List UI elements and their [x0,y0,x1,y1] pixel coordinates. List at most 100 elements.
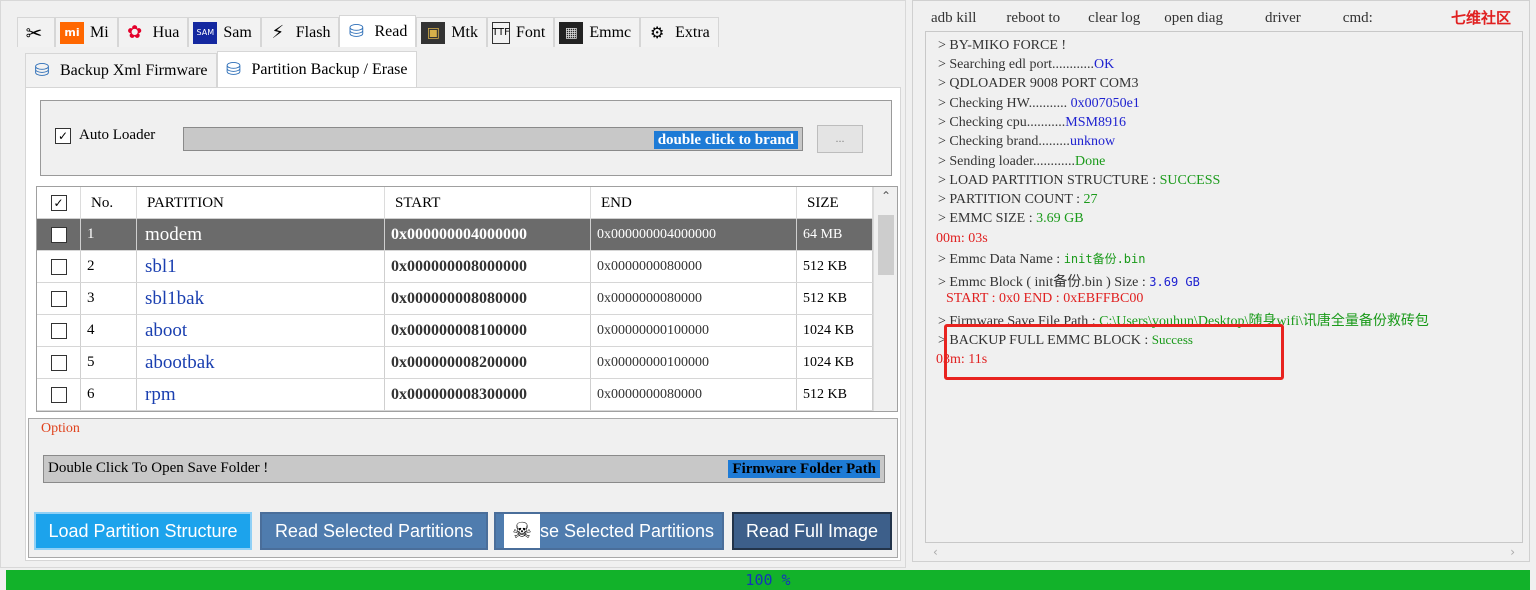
menu-adb-kill[interactable]: adb kill [931,10,976,27]
tab-flash[interactable]: ⚡ Flash [260,17,340,47]
col-partition[interactable]: PARTITION [137,187,385,219]
cell-start: 0x000000008200000 [385,347,591,378]
log-line: > Searching edl port............OK [938,57,1115,72]
checkbox-icon [50,226,67,243]
tab-partition-backup-erase[interactable]: ⛁ Partition Backup / Erase [216,51,417,87]
cell-start: 0x000000008100000 [385,315,591,346]
skull-icon: ☠ [503,514,540,548]
tab-read-label: Read [374,22,408,40]
cell-partition: sbl1bak [137,283,385,314]
table-header: ✓ No. PARTITION START END SIZE [37,187,873,219]
browse-loader-button[interactable]: ... [817,125,863,153]
save-folder-field[interactable]: Double Click To Open Save Folder ! Firmw… [43,455,885,483]
cell-end: 0x0000000080000 [591,251,797,282]
partition-table: ✓ No. PARTITION START END SIZE 1 modem 0… [36,186,898,412]
cell-end: 0x0000000080000 [591,283,797,314]
right-panel: adb kill reboot to clear log open diag d… [912,0,1530,562]
auto-loader-label: Auto Loader [79,127,156,143]
log-line: > Checking HW........... 0x007050e1 [938,96,1140,111]
site-watermark: 七维社区 [1450,9,1511,27]
cell-end: 0x00000000100000 [591,347,797,378]
cell-end: 0x000000004000000 [591,219,797,250]
tab-sam-label: Sam [223,23,252,41]
table-row[interactable]: 3 sbl1bak 0x000000008080000 0x0000000080… [37,283,873,315]
menu-driver[interactable]: driver [1265,10,1301,27]
loader-group: ✓ Auto Loader double click to brand ... [40,100,892,176]
tab-backup-xml-firmware[interactable]: ⛁ Backup Xml Firmware [25,53,217,87]
table-body: 1 modem 0x000000004000000 0x000000004000… [37,219,873,411]
cell-no: 4 [81,315,137,346]
log-line: > EMMC SIZE : 3.69 GB [938,211,1084,226]
log-line: 00m: 03s [936,231,988,246]
cell-start: 0x000000008080000 [385,283,591,314]
xml-firmware-icon: ⛁ [34,60,50,81]
tab-mtk[interactable]: ▣ Mtk [416,17,487,47]
scrollbar-thumb[interactable] [878,215,894,275]
erase-selected-partitions-button[interactable]: ☠ se Selected Partitions [494,512,724,550]
cell-partition: modem [137,219,385,250]
read-full-image-button[interactable]: Read Full Image [732,512,892,550]
cell-end: 0x0000000080000 [591,379,797,410]
chevron-right-icon[interactable]: › [1510,545,1515,561]
row-checkbox[interactable] [37,379,81,410]
row-checkbox[interactable] [37,315,81,346]
col-no[interactable]: No. [81,187,137,219]
read-selected-partitions-button[interactable]: Read Selected Partitions [260,512,488,550]
table-row[interactable]: 2 sbl1 0x000000008000000 0x0000000080000… [37,251,873,283]
progress-bar: 100 % [6,570,1530,590]
tab-font[interactable]: TTF Font [487,17,555,47]
auto-loader-checkbox[interactable]: ✓ Auto Loader [55,127,155,144]
huawei-icon: ✿ [127,22,143,43]
cell-no: 5 [81,347,137,378]
cell-partition: sbl1 [137,251,385,282]
tab-hua[interactable]: ✿ Hua [117,17,189,47]
row-checkbox[interactable] [37,219,81,250]
log-horizontal-scrollbar[interactable]: ‹ › [925,545,1523,561]
select-all-checkbox[interactable]: ✓ [37,187,81,219]
save-folder-text: Double Click To Open Save Folder ! [48,460,269,476]
menu-clear-log[interactable]: clear log [1088,10,1140,27]
tab-emmc[interactable]: ▦ Emmc [554,17,641,47]
chevron-up-icon[interactable]: ⌃ [874,189,897,211]
chevron-left-icon[interactable]: ‹ [933,545,938,561]
tab-emmc-label: Emmc [589,23,632,41]
tab-tools[interactable]: ✂ [17,17,55,47]
read-database-icon: ⛁ [348,21,364,42]
row-checkbox[interactable] [37,283,81,314]
menu-reboot-to[interactable]: reboot to [1006,10,1060,27]
checkbox-checked-icon[interactable]: ✓ [55,127,71,144]
table-row[interactable]: 4 aboot 0x000000008100000 0x000000001000… [37,315,873,347]
cell-size: 512 KB [797,283,873,314]
cell-start: 0x000000008000000 [385,251,591,282]
checkbox-checked-icon: ✓ [50,195,67,211]
firmware-folder-path: Firmware Folder Path [728,460,880,478]
col-start[interactable]: START [385,187,591,219]
cell-size: 1024 KB [797,347,873,378]
tab-sam[interactable]: SAM Sam [188,17,261,47]
col-size[interactable]: SIZE [797,187,873,219]
brand-field[interactable]: double click to brand [183,127,803,151]
row-checkbox[interactable] [37,347,81,378]
table-row[interactable]: 1 modem 0x000000004000000 0x000000004000… [37,219,873,251]
partition-panel: ✓ Auto Loader double click to brand ... … [25,87,901,561]
extra-icon: ⚙ [649,23,665,42]
table-row[interactable]: 6 rpm 0x000000008300000 0x0000000080000 … [37,379,873,411]
cell-size: 512 KB [797,379,873,410]
tab-read[interactable]: ⛁ Read [339,15,417,47]
tab-extra[interactable]: ⚙ Extra [640,17,719,47]
tab-mtk-label: Mtk [451,23,478,41]
col-end[interactable]: END [591,187,797,219]
cell-start: 0x000000008300000 [385,379,591,410]
checkbox-icon [50,322,67,339]
table-row[interactable]: 5 abootbak 0x000000008200000 0x000000001… [37,347,873,379]
row-checkbox[interactable] [37,251,81,282]
tab-extra-label: Extra [675,23,710,41]
menu-open-diag[interactable]: open diag [1164,10,1223,27]
log-line: > QDLOADER 9008 PORT COM3 [938,76,1139,91]
option-label: Option [41,421,80,436]
table-vertical-scrollbar[interactable]: ⌃ [873,187,897,411]
menu-cmd[interactable]: cmd: [1343,10,1373,27]
load-partition-structure-button[interactable]: Load Partition Structure [34,512,252,550]
tools-icon: ✂ [25,20,43,45]
tab-mi[interactable]: mi Mi [55,17,118,47]
